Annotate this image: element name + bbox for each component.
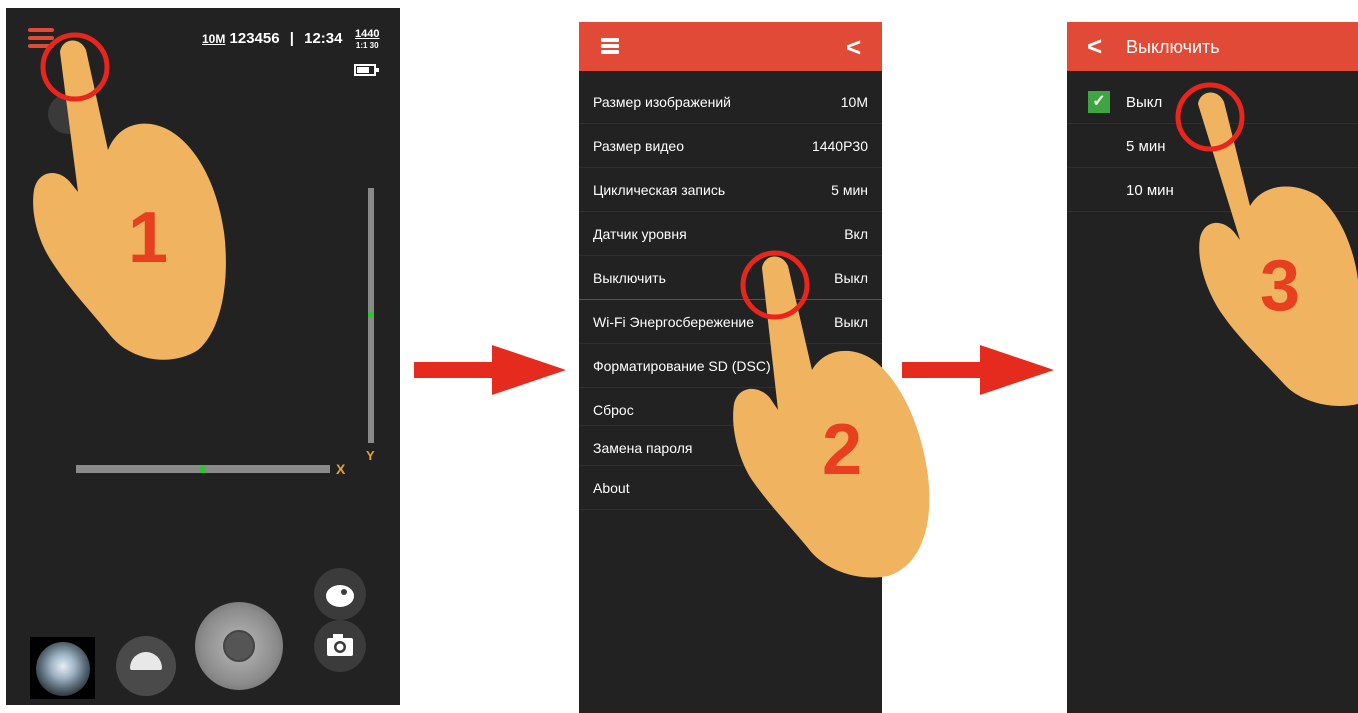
settings-item-reset[interactable]: Сброс [579, 388, 882, 426]
status-bar: 10M 123456 | 12:34 [202, 30, 343, 47]
y-axis-label: Y [366, 448, 375, 463]
checkmark-icon: ✓ [1088, 91, 1110, 113]
video-mode-resolution: 1440 [355, 28, 380, 40]
settings-item-value: Выкл [834, 270, 868, 286]
horizontal-level-bar [76, 465, 330, 473]
video-mode-badge: 1440 1:1 30 [355, 28, 379, 52]
dome-icon [130, 652, 162, 670]
option-10-min[interactable]: 10 мин [1067, 168, 1358, 212]
back-arrow-icon[interactable]: < [846, 34, 861, 60]
poweroff-header: < Выключить [1067, 22, 1358, 71]
x-axis-label: X [336, 461, 346, 477]
settings-item-label: Wi-Fi Энергосбережение [593, 314, 755, 330]
menu-icon[interactable] [601, 38, 619, 54]
back-arrow-icon[interactable]: < [1087, 33, 1102, 59]
view-mode-button[interactable] [314, 568, 366, 620]
settings-item-label: Сброс [593, 402, 634, 418]
lens-mode-button[interactable] [116, 636, 176, 696]
option-5-min[interactable]: 5 мин [1067, 124, 1358, 168]
settings-item-wifi-power-saving[interactable]: Wi-Fi Энергосбережение Выкл [579, 300, 882, 344]
camera-icon [327, 634, 353, 656]
settings-item-about[interactable]: About [579, 466, 882, 510]
photo-mode-button[interactable] [314, 620, 366, 672]
settings-item-label: Датчик уровня [593, 226, 687, 242]
shot-counter: 123456 [229, 30, 280, 47]
settings-item-label: About [593, 480, 630, 496]
fisheye-icon [326, 585, 354, 607]
battery-icon [354, 64, 379, 76]
resolution-indicator: 10M [202, 32, 226, 46]
vertical-level-indicator [368, 312, 374, 317]
settings-item-video-size[interactable]: Размер видео 1440P30 [579, 124, 882, 168]
settings-item-label: Размер видео [593, 138, 685, 154]
status-separator: | [289, 30, 294, 47]
camera-screen: 10M 123456 | 12:34 1440 1:1 30 Y X [6, 8, 400, 705]
settings-item-value: Вкл [844, 226, 868, 242]
settings-item-label: Выключить [593, 270, 666, 286]
settings-header: < [579, 22, 882, 71]
shutter-button[interactable] [195, 602, 283, 690]
settings-item-change-password[interactable]: Замена пароля [579, 426, 882, 466]
menu-icon[interactable] [28, 28, 54, 48]
settings-item-level-sensor[interactable]: Датчик уровня Вкл [579, 212, 882, 256]
gallery-thumbnail[interactable] [30, 637, 95, 699]
shutter-center [223, 630, 255, 662]
option-off[interactable]: ✓ Выкл [1067, 80, 1358, 124]
option-label: Выкл [1126, 94, 1163, 111]
arrow-right-icon [902, 345, 1054, 395]
settings-list: Размер изображений 10M Размер видео 1440… [579, 80, 882, 510]
arrow-right-icon [414, 345, 566, 395]
settings-item-value: Выкл [834, 314, 868, 330]
edit-icon[interactable] [48, 94, 88, 134]
vertical-level-bar [368, 188, 374, 443]
settings-item-value: 5 мин [831, 182, 868, 198]
settings-item-label: Замена пароля [593, 440, 693, 456]
settings-item-label: Размер изображений [593, 94, 731, 110]
video-mode-fps: 1:1 30 [355, 41, 379, 50]
clock: 12:34 [304, 30, 343, 47]
option-label: 10 мин [1126, 182, 1174, 199]
settings-item-image-size[interactable]: Размер изображений 10M [579, 80, 882, 124]
page-title: Выключить [1126, 37, 1220, 57]
horizontal-level-indicator [200, 465, 205, 473]
settings-item-value: 1440P30 [811, 138, 868, 154]
option-label: 5 мин [1126, 138, 1166, 155]
settings-item-format-sd[interactable]: Форматирование SD (DSC) [579, 344, 882, 388]
settings-screen: < Размер изображений 10M Размер видео 14… [579, 22, 882, 713]
poweroff-options-list: ✓ Выкл 5 мин 10 мин [1067, 80, 1358, 212]
settings-item-label: Форматирование SD (DSC) [593, 358, 771, 374]
preview-image [36, 642, 90, 696]
settings-item-value: 10M [840, 94, 868, 110]
poweroff-screen: < Выключить ✓ Выкл 5 мин 10 мин [1067, 22, 1358, 713]
settings-item-loop-recording[interactable]: Циклическая запись 5 мин [579, 168, 882, 212]
settings-item-label: Циклическая запись [593, 182, 726, 198]
settings-item-power-off[interactable]: Выключить Выкл [579, 256, 882, 300]
